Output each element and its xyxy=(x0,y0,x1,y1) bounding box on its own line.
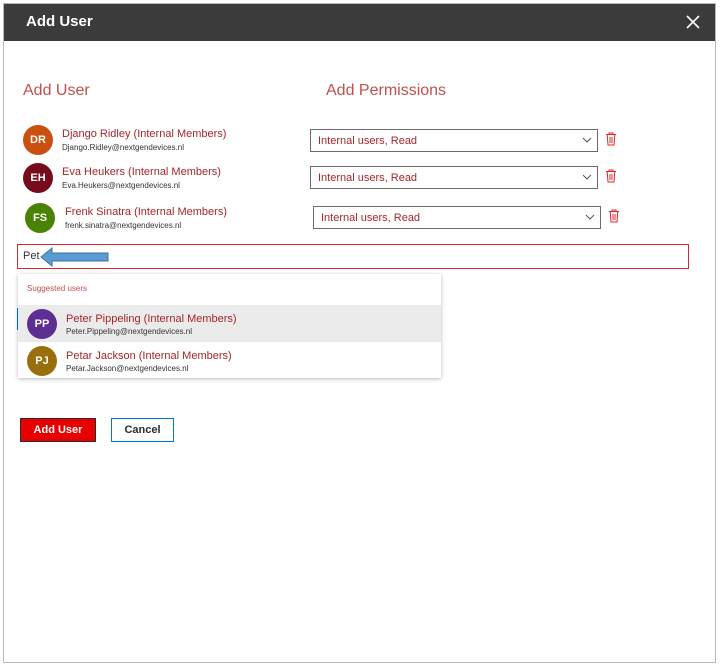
trash-icon[interactable] xyxy=(605,169,617,183)
trash-icon[interactable] xyxy=(605,132,617,146)
permission-value: Internal users, Read xyxy=(321,212,421,224)
avatar: PP xyxy=(27,309,57,339)
permission-value: Internal users, Read xyxy=(318,135,418,147)
suggestion-name: Petar Jackson (Internal Members) xyxy=(66,350,232,362)
add-user-button[interactable]: Add User xyxy=(20,418,96,442)
avatar: DR xyxy=(23,125,53,155)
add-user-heading: Add User xyxy=(23,82,90,99)
search-value: Pet xyxy=(23,250,40,262)
chevron-down-icon xyxy=(585,214,595,220)
avatar-initials: DR xyxy=(30,134,46,146)
permission-select[interactable]: Internal users, Read xyxy=(310,166,598,189)
dialog-title: Add User xyxy=(26,13,93,30)
dialog-titlebar: Add User xyxy=(4,4,715,41)
user-email: Django.Ridley@nextgendevices.nl xyxy=(62,143,184,152)
trash-icon[interactable] xyxy=(608,209,620,223)
chevron-down-icon xyxy=(582,174,592,180)
suggestion-item[interactable]: PP Peter Pippeling (Internal Members) Pe… xyxy=(18,305,441,342)
arrow-pointer-icon xyxy=(40,247,109,267)
suggestion-name: Peter Pippeling (Internal Members) xyxy=(66,313,237,325)
suggestion-email: Petar.Jackson@nextgendevices.nl xyxy=(66,364,189,373)
close-icon[interactable] xyxy=(685,14,701,30)
avatar-initials: PP xyxy=(34,318,50,330)
permission-select[interactable]: Internal users, Read xyxy=(313,206,601,229)
avatar: EH xyxy=(23,163,53,193)
cancel-button[interactable]: Cancel xyxy=(111,418,174,442)
add-user-dialog: Add User Add User Add Permissions DR Dja… xyxy=(3,3,716,663)
user-name: Django Ridley (Internal Members) xyxy=(62,128,227,140)
suggestion-item[interactable]: PJ Petar Jackson (Internal Members) Peta… xyxy=(18,342,441,379)
avatar: PJ xyxy=(27,346,57,376)
suggestion-email: Peter.Pippeling@nextgendevices.nl xyxy=(66,327,192,336)
suggestions-heading: Suggested users xyxy=(27,284,88,293)
suggestions-dropdown: Suggested users PP Peter Pippeling (Inte… xyxy=(18,274,441,378)
user-search-input[interactable]: Pet xyxy=(17,244,689,269)
user-name: Eva Heukers (Internal Members) xyxy=(62,166,221,178)
add-permissions-heading: Add Permissions xyxy=(326,82,447,99)
avatar-initials: PJ xyxy=(35,355,49,367)
user-email: Eva.Heukers@nextgendevices.nl xyxy=(62,181,180,190)
user-name: Frenk Sinatra (Internal Members) xyxy=(65,206,227,218)
avatar-initials: EH xyxy=(30,172,46,184)
permission-value: Internal users, Read xyxy=(318,172,418,184)
permission-select[interactable]: Internal users, Read xyxy=(310,129,598,152)
avatar: FS xyxy=(25,203,55,233)
user-email: frenk.sinatra@nextgendevices.nl xyxy=(65,221,182,230)
avatar-initials: FS xyxy=(32,212,48,224)
chevron-down-icon xyxy=(582,137,592,143)
